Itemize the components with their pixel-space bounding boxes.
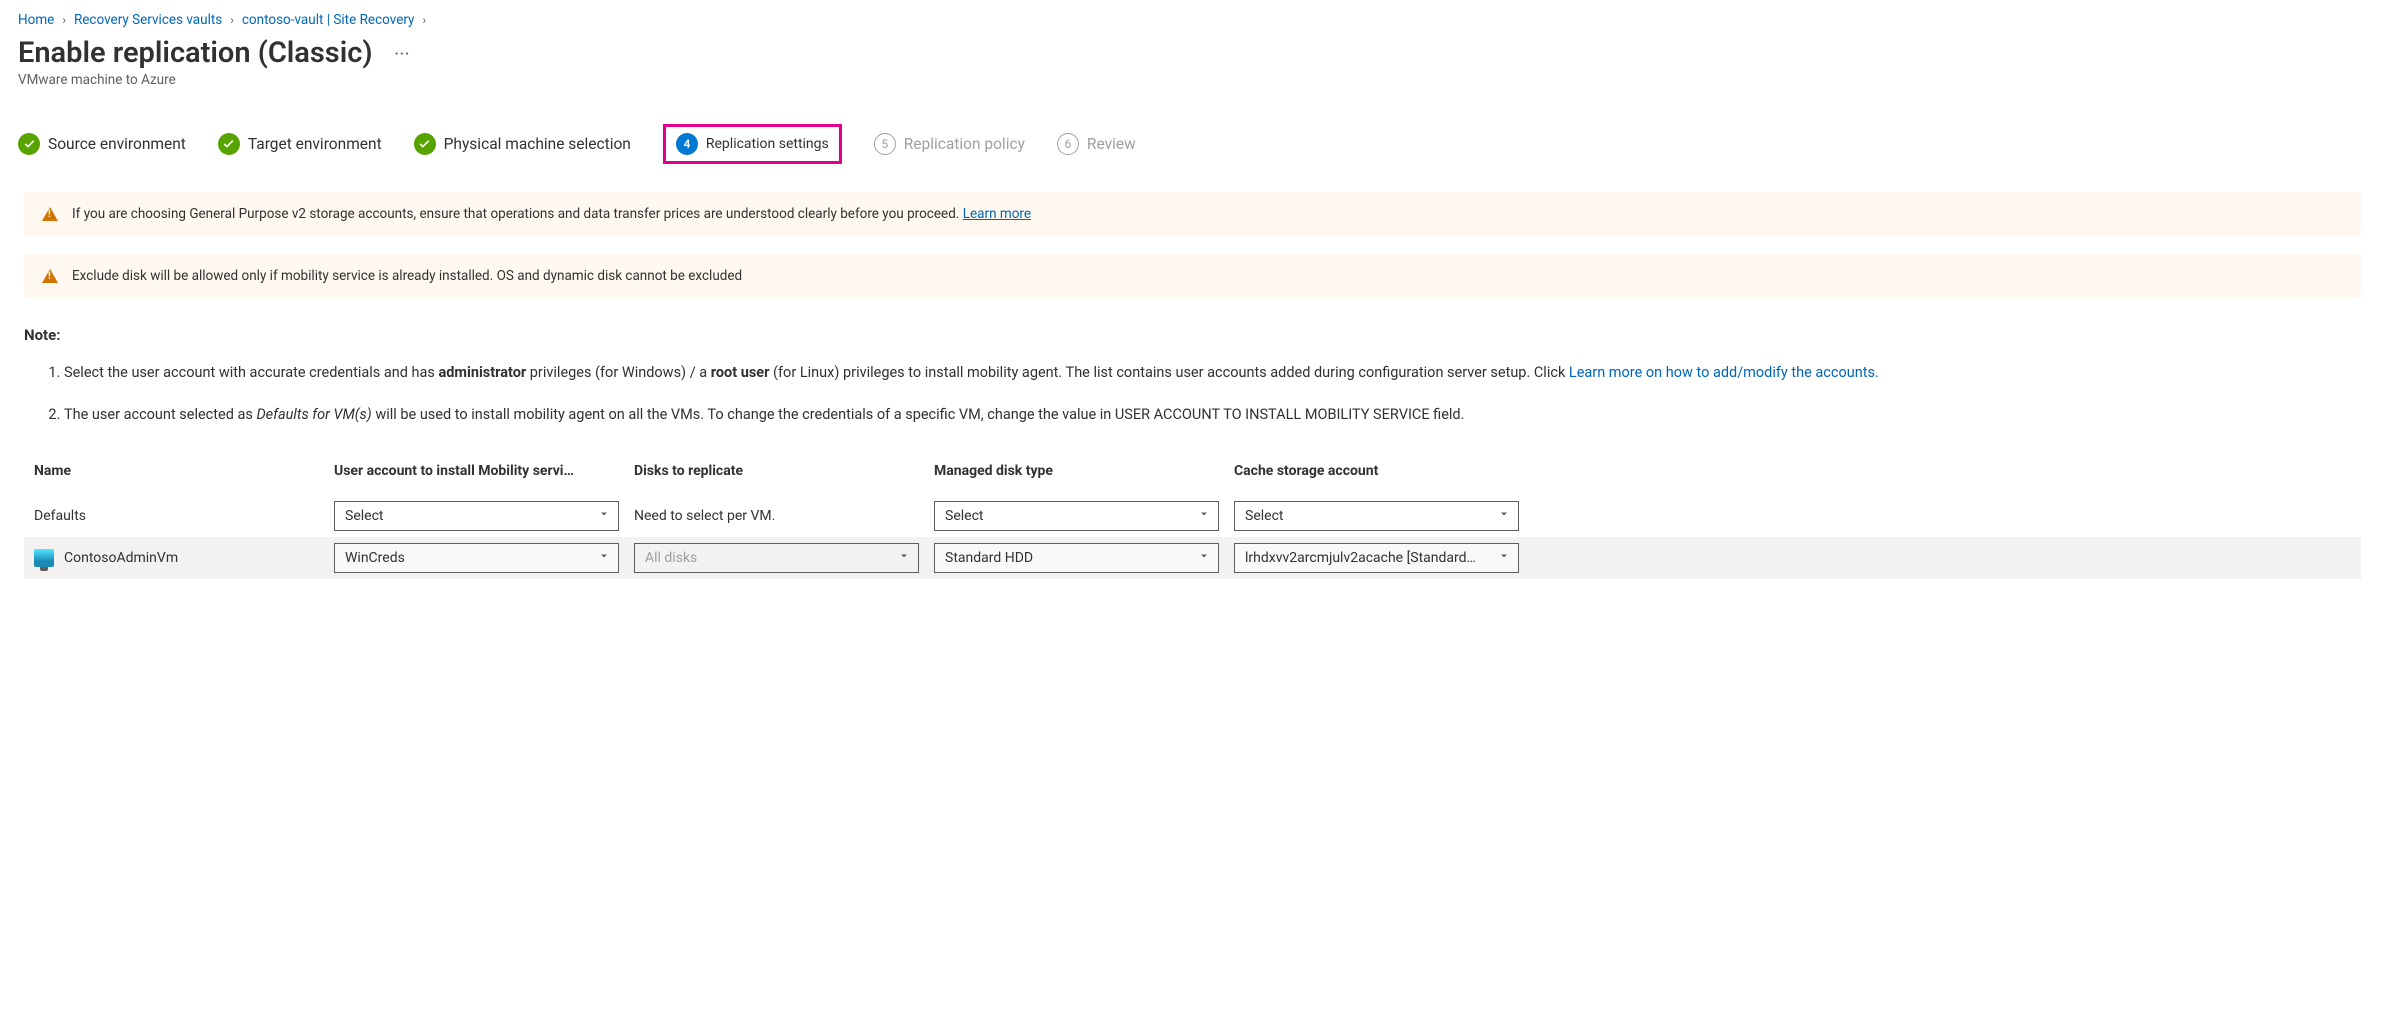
chevron-right-icon: › xyxy=(230,13,234,27)
breadcrumb-vault[interactable]: contoso-vault | Site Recovery xyxy=(242,12,415,28)
step-label: Replication policy xyxy=(904,135,1025,153)
replication-settings-table: Name User account to install Mobility se… xyxy=(24,457,2361,579)
step-number-icon: 5 xyxy=(874,133,896,155)
warning-icon xyxy=(42,269,58,283)
row-name: Defaults xyxy=(34,508,334,524)
step-source-environment[interactable]: Source environment xyxy=(18,133,186,155)
col-disks: Disks to replicate xyxy=(634,463,934,479)
step-number-icon: 4 xyxy=(676,133,698,155)
vm-icon xyxy=(34,549,54,567)
user-account-select[interactable]: Select xyxy=(334,501,619,531)
warning-exclude-disk: Exclude disk will be allowed only if mob… xyxy=(24,254,2361,298)
check-icon xyxy=(18,133,40,155)
check-icon xyxy=(218,133,240,155)
table-header-row: Name User account to install Mobility se… xyxy=(24,457,2361,495)
step-replication-policy[interactable]: 5 Replication policy xyxy=(874,133,1025,155)
disks-select: All disks xyxy=(634,543,919,573)
note-section: Note: Select the user account with accur… xyxy=(24,326,2361,427)
chevron-down-icon xyxy=(1498,550,1510,566)
warning-icon xyxy=(42,207,58,221)
breadcrumb: Home › Recovery Services vaults › contos… xyxy=(18,12,2367,28)
chevron-right-icon: › xyxy=(62,13,66,27)
learn-more-accounts-link[interactable]: Learn more on how to add/modify the acco… xyxy=(1569,364,1879,381)
step-number-icon: 6 xyxy=(1057,133,1079,155)
step-label: Target environment xyxy=(248,135,382,153)
col-managed-disk: Managed disk type xyxy=(934,463,1234,479)
more-actions-button[interactable]: ··· xyxy=(389,44,417,64)
note-item-1: Select the user account with accurate cr… xyxy=(64,362,2361,384)
row-name: ContosoAdminVm xyxy=(34,549,334,567)
warning-text: Exclude disk will be allowed only if mob… xyxy=(72,268,742,284)
step-label: Source environment xyxy=(48,135,186,153)
chevron-down-icon xyxy=(1498,508,1510,524)
chevron-down-icon xyxy=(598,550,610,566)
page-title: Enable replication (Classic) xyxy=(18,36,373,70)
step-physical-machine-selection[interactable]: Physical machine selection xyxy=(414,133,631,155)
wizard-steps: Source environment Target environment Ph… xyxy=(18,124,2367,164)
step-label: Replication settings xyxy=(706,136,829,152)
learn-more-link[interactable]: Learn more xyxy=(963,206,1031,222)
breadcrumb-home[interactable]: Home xyxy=(18,12,54,28)
cache-storage-select[interactable]: lrhdxvv2arcmjulv2acache [Standard… xyxy=(1234,543,1519,573)
col-user-account: User account to install Mobility servi… xyxy=(334,463,634,479)
user-account-select[interactable]: WinCreds xyxy=(334,543,619,573)
chevron-down-icon xyxy=(898,550,910,566)
col-cache: Cache storage account xyxy=(1234,463,1534,479)
chevron-down-icon xyxy=(1198,508,1210,524)
chevron-down-icon xyxy=(598,508,610,524)
chevron-right-icon: › xyxy=(422,13,426,27)
cache-storage-select[interactable]: Select xyxy=(1234,501,1519,531)
step-label: Review xyxy=(1087,135,1136,153)
chevron-down-icon xyxy=(1198,550,1210,566)
step-review[interactable]: 6 Review xyxy=(1057,133,1136,155)
table-row-vm: ContosoAdminVm WinCreds All disks Standa… xyxy=(24,537,2361,579)
step-target-environment[interactable]: Target environment xyxy=(218,133,382,155)
col-name: Name xyxy=(34,463,334,479)
note-item-2: The user account selected as Defaults fo… xyxy=(64,404,2361,426)
warning-text: If you are choosing General Purpose v2 s… xyxy=(72,206,959,222)
managed-disk-select[interactable]: Standard HDD xyxy=(934,543,1219,573)
table-row-defaults: Defaults Select Need to select per VM. S… xyxy=(24,495,2361,537)
check-icon xyxy=(414,133,436,155)
step-label: Physical machine selection xyxy=(444,135,631,153)
step-replication-settings[interactable]: 4 Replication settings xyxy=(663,124,842,164)
note-heading: Note: xyxy=(24,326,2361,344)
disks-static-text: Need to select per VM. xyxy=(634,508,934,524)
page-subtitle: VMware machine to Azure xyxy=(18,72,2367,88)
managed-disk-select[interactable]: Select xyxy=(934,501,1219,531)
breadcrumb-rsv[interactable]: Recovery Services vaults xyxy=(74,12,222,28)
warning-storage-pricing: If you are choosing General Purpose v2 s… xyxy=(24,192,2361,236)
